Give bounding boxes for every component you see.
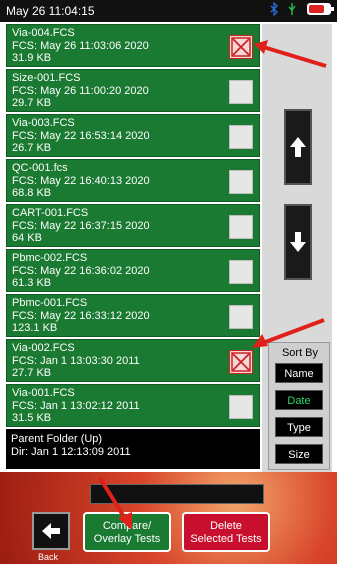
sort-panel: Sort By Name Date Type Size xyxy=(268,342,330,470)
checked-x-icon xyxy=(231,37,251,57)
file-size: 29.7 KB xyxy=(12,97,52,109)
file-row[interactable]: CART-001.FCS FCS: May 22 16:37:15 2020 64 … xyxy=(6,204,260,247)
file-row[interactable]: Via-004.FCS FCS: May 26 11:03:06 2020 31.9… xyxy=(6,24,260,67)
file-size: 31.5 KB xyxy=(12,412,52,424)
parent-folder-row[interactable]: Parent Folder (Up) Dir: Jan 1 12:13:09 20… xyxy=(6,429,260,469)
file-info: Via-003.FCS FCS: May 22 16:53:14 2020 26.7… xyxy=(12,117,150,155)
file-fcs: FCS: May 22 16:33:12 2020 xyxy=(12,309,150,322)
file-size: 31.9 KB xyxy=(12,52,52,64)
scroll-up-button[interactable] xyxy=(284,109,312,185)
file-size: 26.7 KB xyxy=(12,142,52,154)
file-size: 64 KB xyxy=(12,232,42,244)
sort-size-button[interactable]: Size xyxy=(275,444,323,464)
sort-name-button[interactable]: Name xyxy=(275,363,323,383)
back-label: Back xyxy=(38,552,59,562)
bluetooth-icon xyxy=(270,2,278,16)
file-checkbox[interactable] xyxy=(229,35,253,59)
file-checkbox[interactable] xyxy=(229,395,253,419)
parent-dir: Dir: Jan 1 12:13:09 2011 xyxy=(11,446,131,458)
progress-bar xyxy=(90,484,264,504)
parent-title: Parent Folder (Up) xyxy=(11,433,103,445)
file-fcs: FCS: May 22 16:40:13 2020 xyxy=(12,174,150,187)
file-name: CART-001.FCS xyxy=(12,207,89,219)
file-size: 68.8 KB xyxy=(12,187,52,199)
file-fcs: FCS: May 26 11:03:06 2020 xyxy=(12,39,149,52)
file-row[interactable]: QC-001.fcs FCS: May 22 16:40:13 2020 68.8 … xyxy=(6,159,260,202)
file-fcs: FCS: May 22 16:37:15 2020 xyxy=(12,219,150,232)
file-list: Via-004.FCS FCS: May 26 11:03:06 2020 31.9… xyxy=(6,24,260,469)
arrow-down-icon xyxy=(290,232,306,252)
file-checkbox[interactable] xyxy=(229,80,253,104)
checked-x-icon xyxy=(231,352,251,372)
usb-icon xyxy=(288,3,296,15)
file-info: QC-001.fcs FCS: May 22 16:40:13 2020 68.8 … xyxy=(12,162,150,200)
file-row[interactable]: Via-002.FCS FCS: Jan 1 13:03:30 2011 27.7 … xyxy=(6,339,260,382)
file-checkbox[interactable] xyxy=(229,170,253,194)
file-checkbox[interactable] xyxy=(229,305,253,329)
file-info: Via-002.FCS FCS: Jan 1 13:03:30 2011 27.7 … xyxy=(12,342,140,380)
file-row[interactable]: Via-001.FCS FCS: Jan 1 13:02:12 2011 31.5 … xyxy=(6,384,260,427)
delete-selected-button[interactable]: Delete Selected Tests xyxy=(182,512,270,552)
file-checkbox[interactable] xyxy=(229,350,253,374)
file-checkbox[interactable] xyxy=(229,125,253,149)
file-info: Pbmc-002.FCS FCS: May 22 16:36:02 2020 61.… xyxy=(12,252,150,290)
status-bar: May 26 11:04:15 xyxy=(0,0,337,22)
file-info: Size-001.FCS FCS: May 26 11:00:20 2020 29.… xyxy=(12,72,149,110)
file-row[interactable]: Size-001.FCS FCS: May 26 11:00:20 2020 29.… xyxy=(6,69,260,112)
file-fcs: FCS: Jan 1 13:02:12 2011 xyxy=(12,399,140,412)
file-fcs: FCS: Jan 1 13:03:30 2011 xyxy=(12,354,140,367)
back-button[interactable] xyxy=(32,512,70,550)
parent-info: Parent Folder (Up) Dir: Jan 1 12:13:09 20… xyxy=(11,433,131,459)
sort-title: Sort By xyxy=(281,347,319,359)
file-row[interactable]: Via-003.FCS FCS: May 22 16:53:14 2020 26.7… xyxy=(6,114,260,157)
file-fcs: FCS: May 26 11:00:20 2020 xyxy=(12,84,149,97)
file-fcs: FCS: May 22 16:36:02 2020 xyxy=(12,264,150,277)
file-row[interactable]: Pbmc-002.FCS FCS: May 22 16:36:02 2020 61.… xyxy=(6,249,260,292)
arrow-up-icon xyxy=(290,137,306,157)
file-info: Via-001.FCS FCS: Jan 1 13:02:12 2011 31.5 … xyxy=(12,387,140,425)
file-checkbox[interactable] xyxy=(229,260,253,284)
scroll-down-button[interactable] xyxy=(284,204,312,280)
file-name: Via-001.FCS xyxy=(12,387,75,399)
sort-type-button[interactable]: Type xyxy=(275,417,323,437)
sort-date-button[interactable]: Date xyxy=(275,390,323,410)
file-info: Pbmc-001.FCS FCS: May 22 16:33:12 2020 123… xyxy=(12,297,150,335)
file-fcs: FCS: May 22 16:53:14 2020 xyxy=(12,129,150,142)
file-name: QC-001.fcs xyxy=(12,162,68,174)
file-size: 61.3 KB xyxy=(12,277,52,289)
compare-overlay-button[interactable]: Compare/ Overlay Tests xyxy=(83,512,171,552)
file-name: Via-004.FCS xyxy=(12,27,75,39)
bottom-bar: Back Compare/ Overlay Tests Delete Selec… xyxy=(0,472,337,564)
file-name: Size-001.FCS xyxy=(12,72,81,84)
back-arrow-icon xyxy=(42,523,60,539)
file-info: CART-001.FCS FCS: May 22 16:37:15 2020 64 … xyxy=(12,207,150,245)
file-name: Via-003.FCS xyxy=(12,117,75,129)
battery-icon xyxy=(307,3,334,15)
status-time: May 26 11:04:15 xyxy=(6,4,95,18)
file-checkbox[interactable] xyxy=(229,215,253,239)
file-row[interactable]: Pbmc-001.FCS FCS: May 22 16:33:12 2020 123… xyxy=(6,294,260,337)
file-info: Via-004.FCS FCS: May 26 11:03:06 2020 31.9… xyxy=(12,27,149,65)
file-size: 27.7 KB xyxy=(12,367,52,379)
file-name: Pbmc-002.FCS xyxy=(12,252,88,264)
file-size: 123.1 KB xyxy=(12,322,58,334)
file-name: Via-002.FCS xyxy=(12,342,75,354)
file-name: Pbmc-001.FCS xyxy=(12,297,88,309)
